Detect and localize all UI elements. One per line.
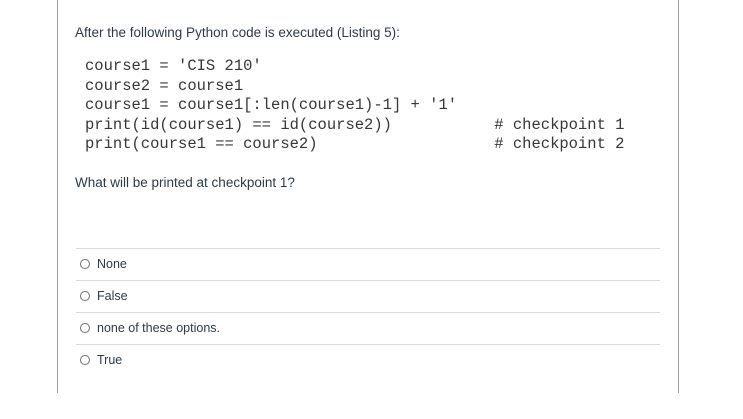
answer-options-list: None False none of these options. True (76, 247, 660, 376)
radio-button-icon[interactable] (80, 259, 90, 269)
radio-button-icon[interactable] (80, 355, 90, 365)
question-intro-text: After the following Python code is execu… (75, 25, 400, 40)
radio-button-icon[interactable] (80, 291, 90, 301)
question-body: After the following Python code is execu… (58, 0, 678, 192)
answer-label: False (97, 288, 128, 303)
question-panel: After the following Python code is execu… (57, 0, 679, 393)
python-code-block: course1 = 'CIS 210' course2 = course1 co… (85, 57, 625, 153)
answer-option-none[interactable]: None (76, 247, 660, 280)
question-prompt-text: What will be printed at checkpoint 1? (75, 174, 295, 190)
quiz-page: After the following Python code is execu… (0, 0, 743, 419)
answer-option-false[interactable]: False (76, 279, 660, 312)
radio-button-icon[interactable] (80, 323, 90, 333)
answer-option-none-of-these[interactable]: none of these options. (76, 311, 660, 344)
answer-label: True (97, 352, 123, 367)
answer-option-true[interactable]: True (76, 343, 660, 376)
answer-label: none of these options. (97, 320, 221, 335)
answer-label: None (97, 256, 127, 271)
